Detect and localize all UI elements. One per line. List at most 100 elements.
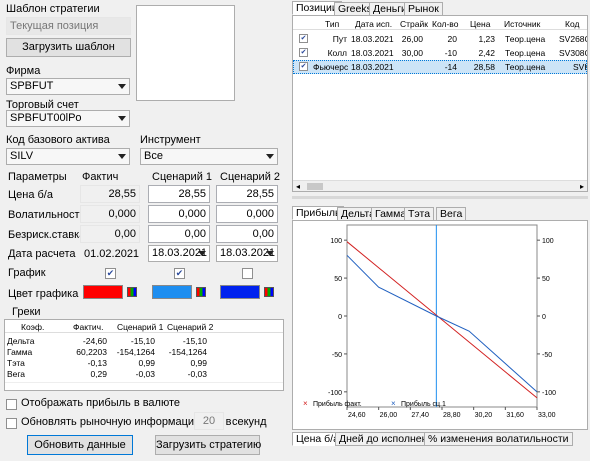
row-checkbox[interactable]: ✔ xyxy=(299,34,308,43)
refresh-data-button[interactable]: Обновить данные xyxy=(27,435,133,455)
price-s2[interactable]: 28,55 xyxy=(216,185,278,203)
greek-name: Гамма xyxy=(7,347,33,357)
palette-icon[interactable] xyxy=(264,287,274,297)
palette-icon[interactable] xyxy=(196,287,206,297)
greek-value: -0,03 xyxy=(135,369,155,379)
greeks-col-header: Сценарий 2 xyxy=(167,322,214,332)
col-type: Тип xyxy=(325,19,340,29)
volatility-fact: 0,000 xyxy=(80,205,140,223)
y-tick-label: -100 xyxy=(542,390,556,397)
greeks-col-header: Сценарий 1 xyxy=(117,322,164,332)
palette-icon[interactable] xyxy=(127,287,137,297)
graph-s2-checkbox[interactable] xyxy=(242,268,253,279)
tab-volatility-change[interactable]: % изменения волатильности xyxy=(424,432,573,446)
instrument-label: Инструмент xyxy=(140,134,201,146)
rate-label: Безриск.ставка xyxy=(8,229,86,241)
currency-profit-checkbox[interactable] xyxy=(6,399,17,410)
positions-table: Тип Дата исп. Страйк Кол-во Цена Источни… xyxy=(292,15,588,192)
y-tick-label: 100 xyxy=(542,238,554,245)
legend-label: Прибыль сц.1 xyxy=(401,400,446,408)
greeks-col-header: Фактич. xyxy=(73,322,104,332)
profit-chart: 100 100 50 50 0 0 -50 -50 -100 -100 24,60 26,00 27,4… xyxy=(303,224,556,419)
rate-fact: 0,00 xyxy=(80,225,140,243)
load-strategy-button[interactable]: Загрузить стратегию xyxy=(155,435,261,455)
base-asset-label: Код базового актива xyxy=(6,134,110,146)
x-tick-label: 30,20 xyxy=(475,412,493,419)
position-date: 18.03.2021 xyxy=(351,62,394,72)
firm-select[interactable]: SPBFUT xyxy=(6,78,130,95)
horizontal-scrollbar[interactable]: ◂ ▸ xyxy=(293,180,587,191)
y-tick-label: 50 xyxy=(334,276,342,283)
color-s2-swatch[interactable] xyxy=(220,285,260,299)
graph-fact-checkbox[interactable]: ✔ xyxy=(105,268,116,279)
position-source: Теор.цена xyxy=(505,34,546,44)
x-tick-label: 28,80 xyxy=(443,412,461,419)
y-tick-label: 50 xyxy=(542,276,550,283)
greek-value: 0,99 xyxy=(190,358,207,368)
base-asset-select[interactable]: SILV xyxy=(6,148,130,165)
color-s1-swatch[interactable] xyxy=(152,285,192,299)
graph-label: График xyxy=(8,267,46,279)
position-code: SVH xyxy=(573,62,587,72)
greek-value: 0,29 xyxy=(90,369,107,379)
chart-panel: 100 100 50 50 0 0 -50 -50 -100 -100 24,60 26,00 27,4… xyxy=(292,220,588,430)
greek-value: 60,2203 xyxy=(76,347,107,357)
row-checkbox[interactable]: ✔ xyxy=(299,48,308,57)
position-date: 18.03.2021 xyxy=(351,34,394,44)
x-tick-label: 33,00 xyxy=(538,412,556,419)
color-fact-swatch[interactable] xyxy=(83,285,123,299)
legend-marker: × xyxy=(391,399,396,408)
price-s1[interactable]: 28,55 xyxy=(148,185,210,203)
volatility-label: Волатильность xyxy=(8,209,86,221)
greek-name: Вега xyxy=(7,369,26,379)
color-label: Цвет графика xyxy=(8,288,79,300)
graph-s1-checkbox[interactable]: ✔ xyxy=(174,268,185,279)
divider xyxy=(5,382,283,383)
price-label: Цена б/а xyxy=(8,189,53,201)
template-preview xyxy=(136,5,235,101)
calc-date-fact: 01.02.2021 xyxy=(84,248,140,260)
legend-label: Прибыль факт. xyxy=(313,400,362,408)
load-template-button[interactable]: Загрузить шаблон xyxy=(6,38,131,57)
greeks-col-header: Коэф. xyxy=(21,322,45,332)
rate-s1[interactable]: 0,00 xyxy=(148,225,210,243)
calc-date-s2[interactable]: 18.03.2021 xyxy=(216,245,278,262)
fact-header: Фактич xyxy=(82,171,119,183)
greek-value: -154,1264 xyxy=(116,347,155,357)
greek-value: -0,13 xyxy=(87,358,107,368)
scenario2-header: Сценарий 2 xyxy=(220,171,281,183)
y-tick-label: -50 xyxy=(332,352,342,359)
rate-s2[interactable]: 0,00 xyxy=(216,225,278,243)
tab-market[interactable]: Рынок xyxy=(404,2,443,16)
position-price: 28,58 xyxy=(473,62,495,72)
position-code: SV268C xyxy=(559,34,588,44)
x-tick-label: 26,00 xyxy=(380,412,398,419)
y-tick-label: 100 xyxy=(330,238,342,245)
x-tick-label: 27,40 xyxy=(411,412,429,419)
volatility-s2[interactable]: 0,000 xyxy=(216,205,278,223)
scroll-right-icon[interactable]: ▸ xyxy=(580,183,584,191)
position-qty: -10 xyxy=(444,48,457,58)
instrument-select[interactable]: Все xyxy=(140,148,278,165)
auto-refresh-checkbox[interactable] xyxy=(6,418,17,429)
col-code: Код xyxy=(565,19,580,29)
y-tick-label: -100 xyxy=(328,390,342,397)
position-strike: 30,00 xyxy=(401,48,423,58)
splitter[interactable] xyxy=(292,196,588,199)
position-source: Теор.цена xyxy=(505,62,546,72)
tab-theta[interactable]: Тэта xyxy=(404,207,435,221)
position-price: 2,42 xyxy=(478,48,495,58)
calc-date-s1[interactable]: 18.03.2021 xyxy=(148,245,210,262)
position-type: Пут xyxy=(332,34,347,44)
account-select[interactable]: SPBFUT00lPo xyxy=(6,110,130,127)
position-strike: 26,00 xyxy=(401,34,423,44)
scroll-thumb[interactable] xyxy=(307,183,323,190)
refresh-interval-input[interactable]: 20 xyxy=(194,412,224,430)
scroll-left-icon[interactable]: ◂ xyxy=(296,183,300,191)
volatility-s1[interactable]: 0,000 xyxy=(148,205,210,223)
greek-value: -15,10 xyxy=(130,336,155,346)
tab-vega[interactable]: Вега xyxy=(436,207,467,221)
position-price: 1,23 xyxy=(478,34,495,44)
y-tick-label: 0 xyxy=(542,314,546,321)
row-checkbox[interactable]: ✔ xyxy=(299,62,308,71)
